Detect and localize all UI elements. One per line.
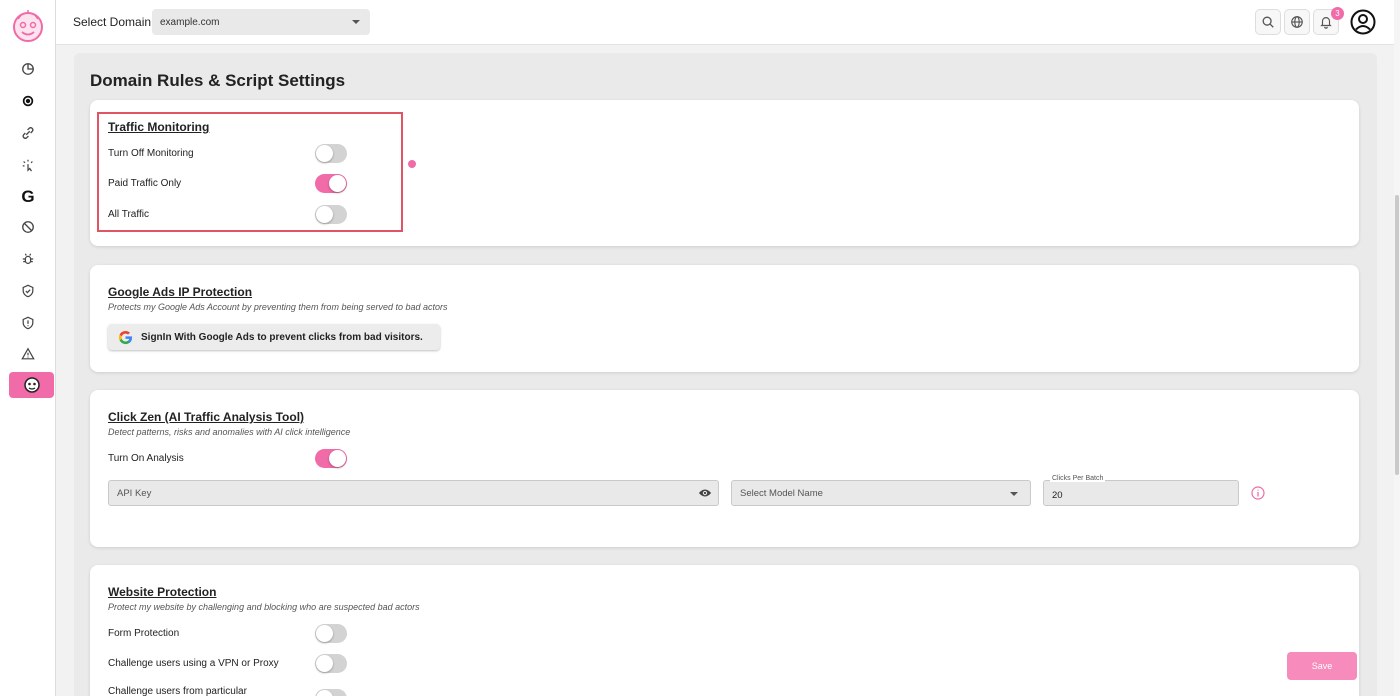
turn-off-monitoring-label: Turn Off Monitoring bbox=[108, 148, 194, 159]
sidebar-item-rules-active[interactable] bbox=[9, 372, 54, 398]
turn-off-monitoring-toggle[interactable] bbox=[315, 144, 347, 163]
click-zen-subtitle: Detect patterns, risks and anomalies wit… bbox=[108, 427, 351, 437]
domain-select[interactable]: example.com bbox=[152, 9, 370, 35]
api-key-placeholder: API Key bbox=[117, 488, 152, 499]
monkey-face-icon bbox=[23, 377, 40, 393]
page-scrollbar[interactable] bbox=[1394, 0, 1400, 696]
bug-icon[interactable] bbox=[18, 249, 38, 269]
google-icon[interactable]: G bbox=[18, 187, 38, 207]
scrollbar-thumb[interactable] bbox=[1395, 195, 1399, 475]
page-title: Domain Rules & Script Settings bbox=[90, 71, 346, 90]
shield-alert-icon[interactable] bbox=[18, 313, 38, 333]
indicator-dot bbox=[408, 160, 416, 168]
api-key-input[interactable]: API Key bbox=[108, 480, 719, 506]
search-button[interactable] bbox=[1255, 9, 1281, 35]
bell-icon bbox=[1320, 17, 1332, 29]
paid-traffic-only-label: Paid Traffic Only bbox=[108, 178, 182, 189]
domain-label: Select Domain bbox=[73, 15, 152, 29]
traffic-monitoring-title: Traffic Monitoring bbox=[108, 120, 210, 134]
form-protection-toggle[interactable] bbox=[315, 624, 347, 643]
main-panel: Domain Rules & Script Settings Traffic M… bbox=[74, 53, 1377, 696]
language-button[interactable] bbox=[1284, 9, 1310, 35]
notifications-button[interactable]: 3 bbox=[1313, 7, 1344, 35]
model-name-placeholder: Select Model Name bbox=[740, 488, 823, 499]
click-zen-card: Click Zen (AI Traffic Analysis Tool) Det… bbox=[90, 390, 1359, 547]
google-logo-icon bbox=[118, 330, 133, 344]
domain-select-value: example.com bbox=[160, 17, 220, 28]
click-icon[interactable] bbox=[18, 155, 38, 175]
website-protection-card: Website Protection Protect my website by… bbox=[90, 565, 1359, 696]
sidebar: G bbox=[0, 0, 56, 696]
link-icon[interactable] bbox=[18, 123, 38, 143]
dashboard-icon[interactable] bbox=[18, 59, 38, 79]
chevron-down-icon bbox=[352, 20, 360, 24]
eye-icon[interactable] bbox=[698, 487, 712, 499]
shield-check-icon[interactable] bbox=[18, 281, 38, 301]
chevron-down-icon bbox=[1010, 492, 1018, 496]
turn-on-analysis-label: Turn On Analysis bbox=[108, 453, 184, 464]
traffic-monitoring-card: Traffic Monitoring Turn Off Monitoring P… bbox=[90, 100, 1359, 246]
click-zen-title: Click Zen (AI Traffic Analysis Tool) bbox=[108, 410, 305, 424]
save-button[interactable]: Save bbox=[1287, 652, 1357, 680]
brand-logo-icon[interactable] bbox=[10, 9, 46, 45]
google-ads-title: Google Ads IP Protection bbox=[108, 285, 253, 299]
website-protection-subtitle: Protect my website by challenging and bl… bbox=[108, 602, 420, 612]
form-protection-label: Form Protection bbox=[108, 628, 180, 639]
block-icon[interactable] bbox=[18, 217, 38, 237]
google-ads-signin-button[interactable]: SignIn With Google Ads to prevent clicks… bbox=[108, 324, 440, 350]
clicks-per-batch-input[interactable]: Clicks Per Batch 20 bbox=[1043, 475, 1239, 506]
paid-traffic-only-toggle[interactable] bbox=[315, 174, 347, 193]
turn-on-analysis-toggle[interactable] bbox=[315, 449, 347, 468]
notification-badge: 3 bbox=[1331, 7, 1344, 20]
globe-icon bbox=[1291, 16, 1303, 28]
google-ads-card: Google Ads IP Protection Protects my Goo… bbox=[90, 265, 1359, 372]
all-traffic-label: All Traffic bbox=[108, 209, 149, 220]
clicks-per-batch-legend: Clicks Per Batch bbox=[1050, 475, 1106, 482]
all-traffic-toggle[interactable] bbox=[315, 205, 347, 224]
user-avatar-icon[interactable] bbox=[1350, 9, 1376, 35]
settings-icon[interactable] bbox=[18, 91, 38, 111]
top-bar: Select Domain example.com 3 bbox=[56, 0, 1394, 45]
vpn-proxy-label: Challenge users using a VPN or Proxy bbox=[108, 658, 279, 669]
model-name-select[interactable]: Select Model Name bbox=[731, 480, 1031, 506]
google-ads-signin-label: SignIn With Google Ads to prevent clicks… bbox=[141, 331, 423, 343]
website-protection-title: Website Protection bbox=[108, 585, 217, 599]
particular-users-label: Challenge users from particular bbox=[108, 686, 247, 696]
vpn-proxy-toggle[interactable] bbox=[315, 654, 347, 673]
google-ads-subtitle: Protects my Google Ads Account by preven… bbox=[108, 302, 448, 312]
search-icon bbox=[1262, 16, 1274, 28]
info-icon[interactable] bbox=[1251, 486, 1265, 500]
clicks-per-batch-value: 20 bbox=[1052, 490, 1063, 501]
particular-users-toggle[interactable] bbox=[315, 689, 347, 696]
warning-icon[interactable] bbox=[18, 344, 38, 364]
